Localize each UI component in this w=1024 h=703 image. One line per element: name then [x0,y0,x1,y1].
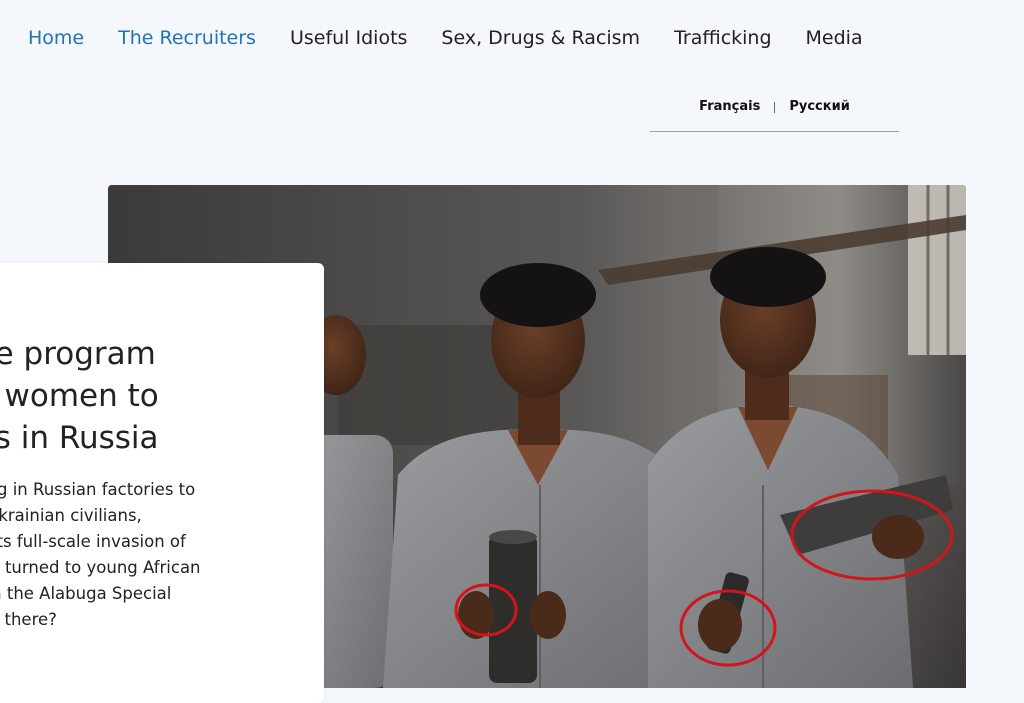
main-nav: Home The Recruiters Useful Idiots Sex, D… [28,24,897,52]
article-excerpt-line: working in Russian factories to [0,480,196,499]
article-excerpt-line: end up there? [0,610,57,629]
article-title: The program an women to nes in Russia [0,333,316,459]
nav-useful-idiots[interactable]: Useful Idiots [290,24,407,52]
nav-media[interactable]: Media [806,24,863,52]
nav-the-recruiters[interactable]: The Recruiters [118,24,256,52]
article-excerpt-line: sia has turned to young African [0,558,201,577]
factory-window [908,185,966,355]
nav-sex-drugs-racism[interactable]: Sex, Drugs & Racism [441,24,640,52]
metal-cylinder [489,535,537,683]
nav-home[interactable]: Home [28,24,84,52]
article-excerpt-line: ages in the Alabuga Special [0,584,172,603]
language-separator [774,102,776,113]
article-excerpt: working in Russian factories to n kill U… [0,477,322,633]
language-french-link[interactable]: Français [699,99,760,114]
article-excerpt-line: Since its full-scale invasion of [0,532,186,551]
article-excerpt-line: n kill Ukrainian civilians, [0,506,142,525]
article-title-line: an women to [0,378,159,414]
nav-trafficking[interactable]: Trafficking [674,24,771,52]
language-russian-link[interactable]: Русский [789,99,849,114]
article-title-line: The program [0,336,156,372]
article-card[interactable]: The program an women to nes in Russia wo… [0,263,324,703]
article-title-line: nes in Russia [0,420,159,456]
language-switcher: Français Русский [650,99,899,132]
